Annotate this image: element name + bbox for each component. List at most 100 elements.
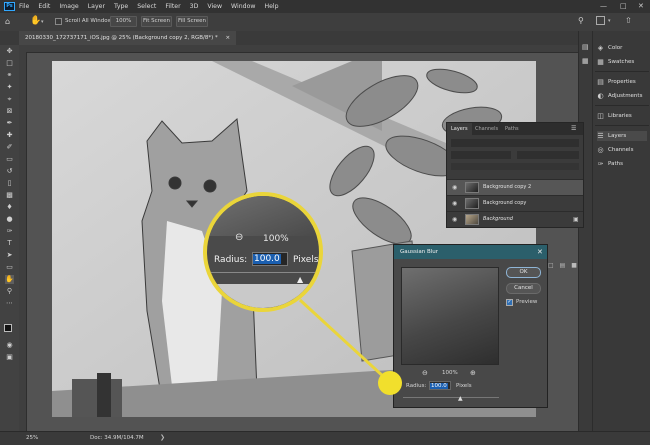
panel-menu-icon[interactable]: ☰ — [571, 125, 576, 132]
close-tab-icon[interactable]: × — [226, 35, 231, 41]
menu-edit[interactable]: Edit — [38, 3, 50, 10]
dock-item-swatches[interactable]: ▦ Swatches — [597, 57, 634, 67]
rectangle-tool-icon[interactable]: ▭ — [5, 263, 14, 272]
gaussian-blur-dialog: Gaussian Blur ✕ OK Cancel ✓ Preview ⊖ 10… — [393, 244, 548, 408]
tab-layers[interactable]: Layers — [447, 123, 472, 135]
status-zoom[interactable]: 25% — [26, 435, 38, 441]
radius-slider-track[interactable] — [403, 397, 499, 398]
dock-item-layers[interactable]: ☰ Layers — [597, 131, 647, 141]
tool-home-icon[interactable]: ⌂ — [5, 17, 10, 26]
menu-help[interactable]: Help — [264, 3, 278, 10]
workspace-chevron-icon[interactable]: ▾ — [608, 18, 611, 24]
frame-tool-icon[interactable]: ⊠ — [5, 107, 14, 116]
layer-filter-field[interactable] — [451, 139, 579, 147]
radius-input[interactable]: 100.0 — [429, 381, 451, 390]
zoom-tool-icon[interactable]: ⚲ — [5, 287, 14, 296]
delete-layer-icon[interactable]: ■ — [571, 262, 577, 269]
close-window-button[interactable]: ✕ — [638, 2, 644, 10]
properties-panel-icon[interactable]: ▦ — [582, 57, 589, 65]
zoom-out-icon[interactable]: ⊖ — [422, 369, 428, 377]
cancel-button[interactable]: Cancel — [506, 283, 541, 294]
fit-screen-button[interactable]: Fit Screen — [141, 16, 172, 27]
dock-label: Properties — [608, 79, 636, 85]
healing-brush-tool-icon[interactable]: ✚ — [5, 131, 14, 140]
dock-item-color[interactable]: ◈ Color — [597, 43, 623, 53]
menu-view[interactable]: View — [207, 3, 222, 10]
path-selection-tool-icon[interactable]: ➤ — [5, 251, 14, 260]
type-tool-icon[interactable]: T — [5, 239, 14, 248]
zoom-in-icon[interactable]: ⊕ — [470, 369, 476, 377]
tab-paths[interactable]: Paths — [501, 123, 523, 135]
visibility-eye-icon[interactable]: ◉ — [452, 201, 457, 207]
layer-row[interactable]: ◉ Background ▣ — [447, 211, 583, 227]
marquee-tool-icon[interactable]: □ — [5, 59, 14, 68]
dock-item-adjustments[interactable]: ◐ Adjustments — [597, 91, 642, 101]
preview-checkbox[interactable]: ✓ — [506, 299, 513, 306]
move-tool-icon[interactable]: ✥ — [5, 47, 14, 56]
quick-select-tool-icon[interactable]: ✦ — [5, 83, 14, 92]
tab-channels[interactable]: Channels — [471, 123, 502, 135]
adjustments-icon: ◐ — [597, 91, 604, 100]
new-group-icon[interactable]: □ — [548, 262, 554, 269]
opacity-field[interactable] — [517, 151, 579, 159]
menu-type[interactable]: Type — [114, 3, 128, 10]
status-menu-arrow-icon[interactable]: ❯ — [160, 434, 165, 441]
dock-item-properties[interactable]: ▤ Properties — [597, 77, 636, 87]
magnified-radius-callout: ⊖ 100% Radius: 100.0 Pixels ▲ — [203, 192, 323, 312]
dock-icon-strip: ▤ ▦ — [578, 31, 593, 431]
layer-row[interactable]: ◉ Background copy — [447, 195, 583, 211]
fill-screen-button[interactable]: Fill Screen — [176, 16, 208, 27]
dock-label: Swatches — [608, 59, 635, 65]
blend-mode-select[interactable] — [451, 151, 511, 159]
share-icon[interactable]: ⇧ — [625, 16, 632, 25]
menu-file[interactable]: File — [19, 3, 29, 10]
foreground-color-swatch[interactable] — [4, 324, 12, 332]
dialog-close-icon[interactable]: ✕ — [537, 248, 543, 256]
minimize-button[interactable]: — — [600, 2, 607, 10]
ok-button[interactable]: OK — [506, 267, 541, 278]
visibility-eye-icon[interactable]: ◉ — [452, 217, 457, 223]
lasso-tool-icon[interactable]: ⚭ — [5, 71, 14, 80]
menu-window[interactable]: Window — [231, 3, 255, 10]
quick-mask-icon[interactable]: ◉ — [5, 341, 14, 350]
clone-stamp-tool-icon[interactable]: ▭ — [5, 155, 14, 164]
history-brush-tool-icon[interactable]: ↺ — [5, 167, 14, 176]
blur-tool-icon[interactable]: ♦ — [5, 203, 14, 212]
search-icon[interactable]: ⚲ — [578, 16, 584, 25]
more-tools-icon[interactable]: ⋯ — [5, 299, 14, 308]
menu-filter[interactable]: Filter — [165, 3, 180, 10]
visibility-eye-icon[interactable]: ◉ — [452, 185, 457, 191]
preview-label: Preview — [516, 299, 538, 305]
hand-tool-icon[interactable]: ✋ — [5, 275, 14, 284]
dock-item-libraries[interactable]: ◫ Libraries — [597, 111, 632, 121]
gradient-tool-icon[interactable]: ▩ — [5, 191, 14, 200]
menu-image[interactable]: Image — [59, 3, 78, 10]
tools-panel: ✥ □ ⚭ ✦ ⌖ ⊠ ✒ ✚ ✐ ▭ ↺ ▯ ▩ ♦ ● ✑ T ➤ ▭ ✋ … — [0, 45, 20, 431]
workspace-icon[interactable] — [596, 16, 605, 25]
scroll-all-windows-checkbox[interactable] — [55, 18, 62, 25]
eraser-tool-icon[interactable]: ▯ — [5, 179, 14, 188]
dock-item-paths[interactable]: ✑ Paths — [597, 159, 623, 169]
callout-dot — [378, 371, 402, 395]
crop-tool-icon[interactable]: ⌖ — [5, 95, 14, 104]
layer-row[interactable]: ◉ Background copy 2 — [447, 179, 583, 195]
eyedropper-tool-icon[interactable]: ✒ — [5, 119, 14, 128]
document-tab[interactable]: 20180330_172737171_iOS.jpg @ 25% (Backgr… — [19, 31, 237, 45]
brush-tool-icon[interactable]: ✐ — [5, 143, 14, 152]
screen-mode-icon[interactable]: ▣ — [5, 353, 14, 362]
dock-item-channels[interactable]: ◎ Channels — [597, 145, 633, 155]
photoshop-logo: Ps — [4, 2, 15, 11]
menu-3d[interactable]: 3D — [190, 3, 199, 10]
radius-input-value: 100.0 — [430, 383, 448, 389]
menu-layer[interactable]: Layer — [88, 3, 105, 10]
dodge-tool-icon[interactable]: ● — [5, 215, 14, 224]
blur-preview-area[interactable] — [401, 267, 499, 365]
pen-tool-icon[interactable]: ✑ — [5, 227, 14, 236]
radius-slider-handle[interactable]: ▲ — [458, 395, 463, 402]
new-layer-icon[interactable]: ▤ — [560, 262, 566, 269]
zoom-100-button[interactable]: 100% — [110, 16, 137, 27]
history-panel-icon[interactable]: ▤ — [582, 43, 589, 51]
menu-select[interactable]: Select — [137, 3, 156, 10]
maximize-button[interactable]: □ — [620, 2, 627, 10]
tool-preset-chevron-icon[interactable]: ▾ — [41, 19, 44, 25]
